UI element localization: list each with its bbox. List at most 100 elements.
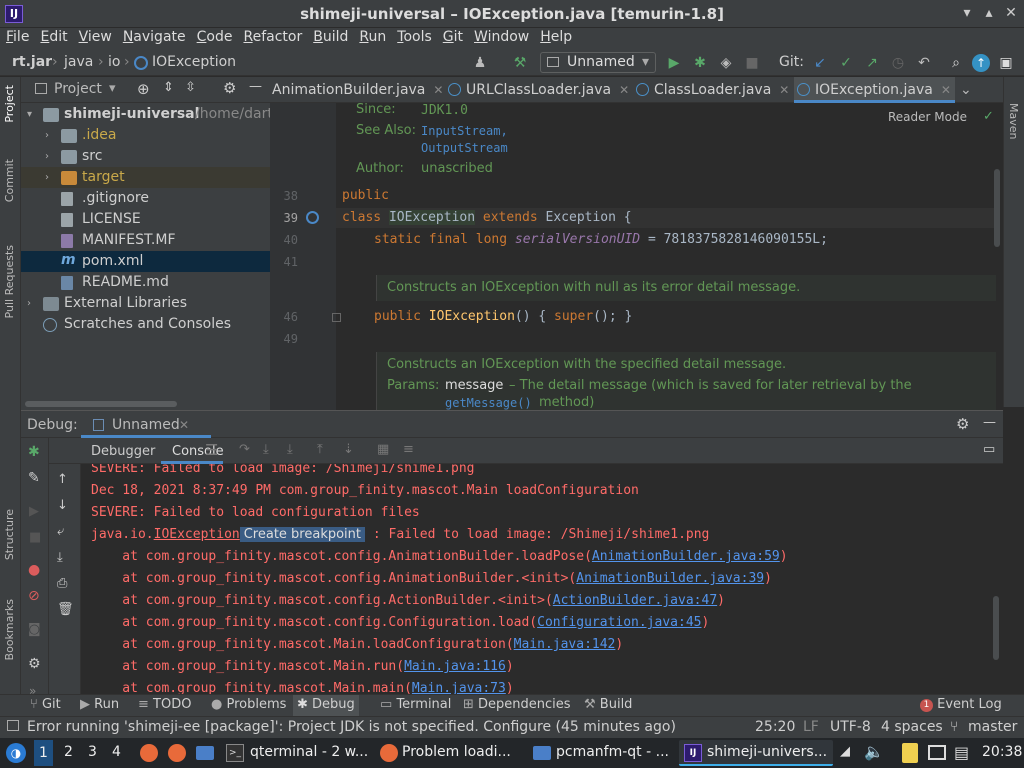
indent-setting[interactable]: 4 spaces xyxy=(881,719,943,735)
chevron-right-icon[interactable]: › xyxy=(45,146,55,167)
debug-bug-icon[interactable]: ✱ xyxy=(690,53,710,73)
display-icon[interactable] xyxy=(928,745,946,760)
tree-item[interactable]: LICENSE xyxy=(21,209,270,230)
step-out-icon[interactable]: ⤒ xyxy=(317,442,323,457)
stacktrace-link[interactable]: ActionBuilder.java:47 xyxy=(553,593,717,608)
tool-tab-run[interactable]: ▶ Run xyxy=(80,697,119,712)
fold-icon[interactable] xyxy=(332,313,341,322)
stacktrace-link[interactable]: Main.java:73 xyxy=(412,681,506,694)
stacktrace-link[interactable]: AnimationBuilder.java:59 xyxy=(592,549,780,564)
close-icon[interactable]: ✕ xyxy=(941,83,951,97)
chevron-down-icon[interactable]: ⌄ xyxy=(960,77,972,103)
build-hammer-icon[interactable]: ⚒ xyxy=(510,53,530,73)
event-log-button[interactable]: 1 Event Log xyxy=(920,697,1002,712)
git-push-icon[interactable]: ↗ xyxy=(862,53,882,73)
tree-item[interactable]: › target xyxy=(21,167,270,188)
tool-tab-build[interactable]: ⚒ Build xyxy=(584,697,632,712)
task-intellij[interactable]: shimeji-univers... xyxy=(707,744,827,760)
tree-item[interactable]: ▾ shimeji-universal/home/dartz xyxy=(21,104,280,125)
exception-link[interactable]: IOException xyxy=(154,527,240,542)
expand-all-icon[interactable]: ⇕ xyxy=(163,80,174,95)
close-icon[interactable]: ✕ xyxy=(619,83,629,97)
tree-item[interactable]: MANIFEST.MF xyxy=(21,230,270,251)
close-icon[interactable]: ✕ xyxy=(1002,4,1020,22)
git-update-icon[interactable]: ↙ xyxy=(810,53,830,73)
coverage-icon[interactable]: ◈ xyxy=(716,53,736,73)
side-tab-maven[interactable]: Maven xyxy=(1007,103,1020,139)
tree-item[interactable]: Scratches and Consoles xyxy=(21,314,270,335)
menu-help[interactable]: Help xyxy=(534,28,577,45)
tool-tab-problems[interactable]: ● Problems xyxy=(211,697,286,712)
soft-wrap-icon[interactable]: ⤶ xyxy=(57,524,64,539)
print-icon[interactable]: ⎙ xyxy=(57,576,67,591)
gear-icon[interactable]: ⚙ xyxy=(956,415,969,433)
stacktrace-link[interactable]: Main.java:116 xyxy=(404,659,506,674)
tree-item[interactable]: › src xyxy=(21,146,270,167)
ide-logo-icon[interactable]: ▣ xyxy=(996,53,1016,73)
task-qterminal[interactable]: qterminal - 2 w... xyxy=(250,744,368,760)
down-arrow-icon[interactable]: ↓ xyxy=(57,498,68,513)
status-message[interactable]: Error running 'shimeji-ee [package]': Pr… xyxy=(27,719,676,735)
pause-icon[interactable]: ■ xyxy=(29,530,41,545)
tree-item[interactable]: m pom.xml xyxy=(21,251,270,272)
tree-item[interactable]: › .idea xyxy=(21,125,270,146)
force-step-into-icon[interactable]: ⤓ xyxy=(287,442,293,457)
tool-tab-git[interactable]: ⑂ Git xyxy=(30,697,61,712)
tree-item[interactable]: .gitignore xyxy=(21,188,270,209)
vertical-scrollbar[interactable] xyxy=(994,169,1000,247)
line-separator[interactable]: LF xyxy=(803,719,819,735)
tab-ioexception[interactable]: IOException.java ✕ xyxy=(794,77,955,103)
rerun-bug-icon[interactable]: ✱ xyxy=(28,444,40,460)
network-icon[interactable]: ▤ xyxy=(954,743,969,762)
collapse-all-icon[interactable]: ⇳ xyxy=(185,80,196,95)
chevron-right-icon[interactable]: › xyxy=(27,293,37,314)
horizontal-scrollbar[interactable] xyxy=(25,401,177,407)
breadcrumb-java[interactable]: java xyxy=(64,54,93,70)
task-firefox[interactable]: Problem loadi... xyxy=(402,744,511,760)
file-encoding[interactable]: UTF-8 xyxy=(830,719,871,735)
menu-run[interactable]: Run xyxy=(353,28,391,45)
caret-position[interactable]: 25:20 xyxy=(755,719,795,735)
trash-icon[interactable]: 🗑 xyxy=(57,602,74,617)
mute-breakpoints-icon[interactable]: ⊘ xyxy=(28,588,40,604)
toggle-panels-icon[interactable] xyxy=(7,720,19,731)
tray-arrow-icon[interactable]: ◢ xyxy=(840,744,850,759)
create-breakpoint-tooltip[interactable]: Create breakpoint xyxy=(239,527,366,542)
close-icon[interactable]: ✕ xyxy=(179,418,189,432)
camera-icon[interactable]: ◙ xyxy=(28,622,41,637)
evaluate-icon[interactable]: ▦ xyxy=(377,442,389,457)
chevron-right-icon[interactable]: › xyxy=(45,125,55,146)
git-commit-icon[interactable]: ✓ xyxy=(836,53,856,73)
tool-tab-debug[interactable]: ✱ Debug xyxy=(293,695,359,716)
side-tab-structure[interactable]: Structure xyxy=(3,509,16,560)
breadcrumb-class[interactable]: IOException xyxy=(152,54,236,70)
history-icon[interactable]: ◷ xyxy=(888,53,908,73)
chevron-down-icon[interactable]: ▾ xyxy=(27,104,37,125)
side-tab-commit[interactable]: Commit xyxy=(3,159,16,202)
step-over-icon[interactable]: ↷ xyxy=(239,442,250,457)
menu-view[interactable]: View xyxy=(73,28,117,45)
folder-icon[interactable] xyxy=(196,746,214,760)
desktop-2[interactable]: 2 xyxy=(64,744,73,760)
breadcrumb-io[interactable]: io xyxy=(108,54,120,70)
close-icon[interactable]: ✕ xyxy=(779,83,789,97)
user-icon[interactable]: ♟ xyxy=(470,53,490,73)
hide-icon[interactable]: — xyxy=(249,79,262,94)
gear-icon[interactable]: ⚙ xyxy=(28,656,41,672)
menu-refactor[interactable]: Refactor xyxy=(237,28,307,45)
reader-mode-button[interactable]: Reader Mode xyxy=(888,110,967,124)
clock[interactable]: 20:38 xyxy=(982,744,1022,760)
start-menu-icon[interactable]: ◑ xyxy=(6,743,26,763)
menu-tools[interactable]: Tools xyxy=(391,28,437,45)
task-pcmanfm[interactable]: pcmanfm-qt - ... xyxy=(556,744,669,760)
tree-item[interactable]: README.md xyxy=(21,272,270,293)
trace-icon[interactable]: ≡ xyxy=(403,442,414,457)
tab-animationbuilder[interactable]: AnimationBuilder.java ✕ xyxy=(272,77,443,103)
tab-classloader[interactable]: ClassLoader.java ✕ xyxy=(636,77,789,103)
menu-file[interactable]: File xyxy=(0,28,34,45)
minimize-icon[interactable]: ▾ xyxy=(958,4,976,22)
tool-tab-terminal[interactable]: ▭ Terminal xyxy=(380,697,451,712)
tab-debugger[interactable]: Debugger xyxy=(91,444,155,459)
up-arrow-icon[interactable]: ↑ xyxy=(57,472,68,487)
view-breakpoints-icon[interactable]: ● xyxy=(28,562,40,578)
